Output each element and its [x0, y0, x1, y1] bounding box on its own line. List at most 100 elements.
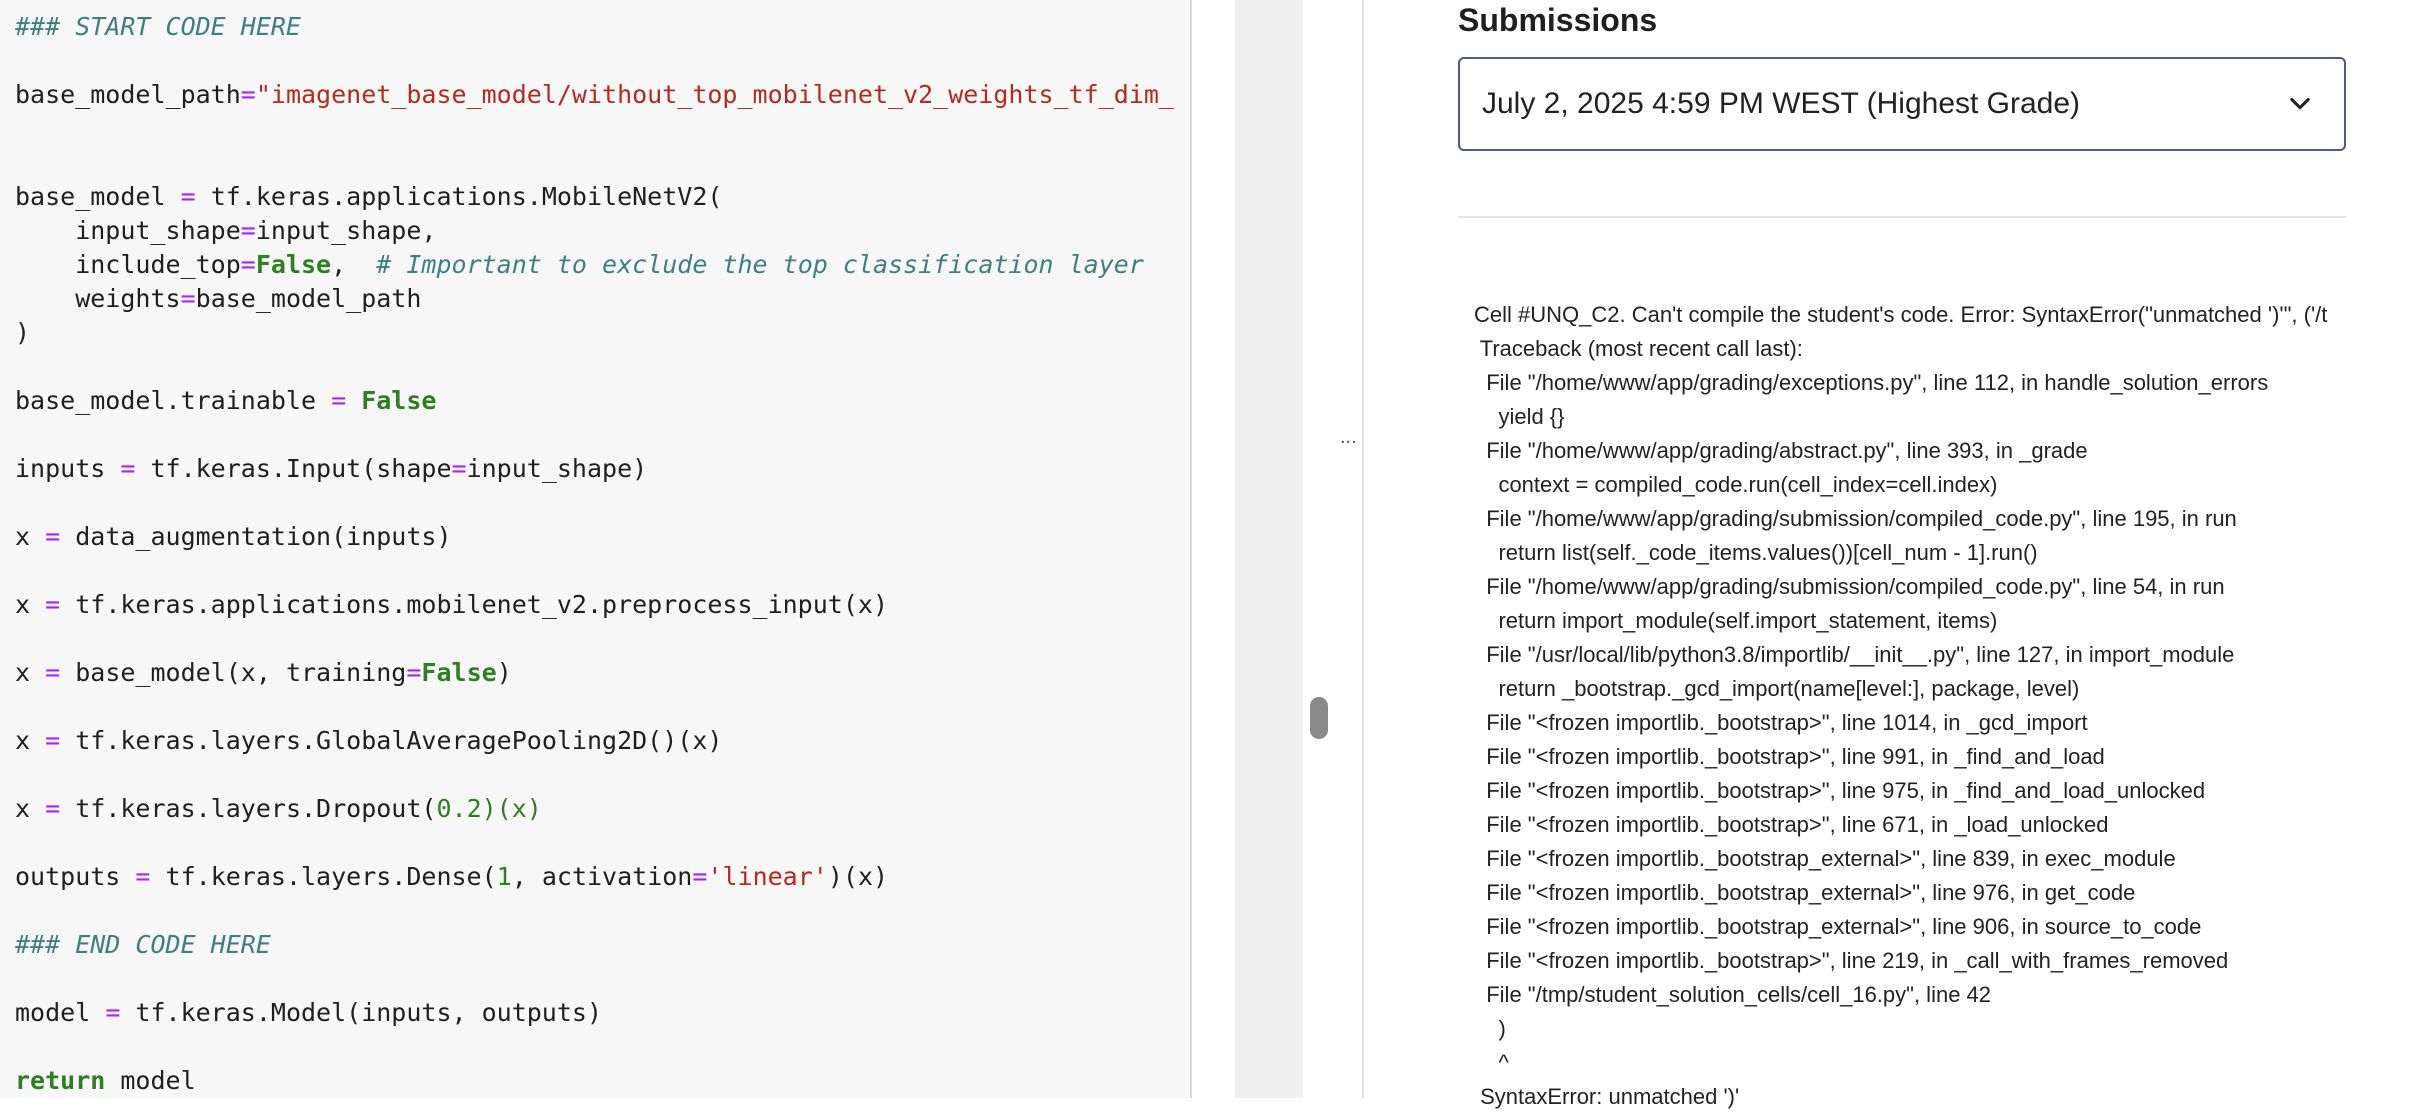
traceback-line: File "/home/www/app/grading/submission/c…: [1474, 506, 2237, 531]
code-line: weights=base_model_path: [15, 282, 1174, 316]
code-editor[interactable]: ### START CODE HERE base_model_path="ima…: [0, 0, 1192, 1098]
submission-select[interactable]: July 2, 2025 4:59 PM WEST (Highest Grade…: [1458, 57, 2346, 151]
code-token: tf.keras.layers.Dropout(: [60, 794, 437, 823]
code-token: model: [105, 1066, 196, 1095]
code-line: base_model_path="imagenet_base_model/wit…: [15, 78, 1174, 112]
submissions-heading: Submissions: [1458, 2, 1658, 38]
code-line: base_model.trainable = False: [15, 384, 1174, 418]
code-line: outputs = tf.keras.layers.Dense(1, activ…: [15, 860, 1174, 894]
code-token: model: [15, 998, 106, 1027]
code-line: x = tf.keras.applications.mobilenet_v2.p…: [15, 588, 1174, 622]
code-token: , activation: [511, 862, 693, 891]
code-token: x: [15, 794, 46, 823]
traceback-line: File "<frozen importlib._bootstrap>", li…: [1474, 948, 2229, 973]
traceback-line: return import_module(self.import_stateme…: [1474, 608, 1998, 633]
code-token: input_shape: [15, 216, 241, 245]
code-token: tf.keras.applications.MobileNetV2(: [195, 182, 723, 211]
code-token: inputs: [15, 454, 121, 483]
traceback-line: File "<frozen importlib._bootstrap>", li…: [1474, 710, 2088, 735]
code-token: =: [180, 182, 196, 211]
code-token: =: [45, 590, 61, 619]
code-token: base_model.trainable: [15, 386, 332, 415]
code-token: ### START CODE HERE: [15, 12, 301, 41]
traceback-line: Traceback (most recent call last):: [1474, 336, 1803, 361]
code-token: =: [105, 998, 121, 1027]
selected-submission: July 2, 2025 4:59 PM WEST (Highest Grade…: [1482, 87, 2081, 120]
code-token: =: [45, 522, 61, 551]
code-token: =: [120, 454, 136, 483]
traceback-line: Cell #UNQ_C2. Can't compile the student'…: [1474, 302, 2328, 327]
code-line: ### END CODE HERE: [15, 928, 1174, 962]
code-token: ): [15, 318, 31, 347]
code-token: =: [451, 454, 467, 483]
ellipsis-icon[interactable]: ...: [1340, 426, 1357, 449]
code-token: =: [240, 80, 256, 109]
code-token: False: [255, 250, 332, 279]
code-line: ): [15, 316, 1174, 350]
code-token: )(x): [827, 862, 889, 891]
traceback-line: File "/home/www/app/grading/submission/c…: [1474, 574, 2225, 599]
code-token: =: [331, 386, 347, 415]
code-line: inputs = tf.keras.Input(shape=input_shap…: [15, 452, 1174, 486]
code-token: x: [15, 658, 46, 687]
code-line: x = base_model(x, training=False): [15, 656, 1174, 690]
code-token: input_shape): [466, 454, 648, 483]
code-token: 1: [496, 862, 512, 891]
code-token: input_shape,: [255, 216, 437, 245]
traceback-line: File "/home/www/app/grading/abstract.py"…: [1474, 438, 2088, 463]
code-token: =: [45, 794, 61, 823]
code-line: model = tf.keras.Model(inputs, outputs): [15, 996, 1174, 1030]
code-token: tf.keras.layers.GlobalAveragePooling2D()…: [60, 726, 723, 755]
code-line: include_top=False, # Important to exclud…: [15, 248, 1174, 282]
code-token: =: [692, 862, 708, 891]
code-line: input_shape=input_shape,: [15, 214, 1174, 248]
traceback-line: return _bootstrap._gcd_import(name[level…: [1474, 676, 2080, 701]
traceback-line: File "/usr/local/lib/python3.8/importlib…: [1474, 642, 2235, 667]
traceback-line: File "<frozen importlib._bootstrap_exter…: [1474, 914, 2202, 939]
scrollbar-thumb[interactable]: [1310, 697, 1328, 739]
traceback-line: return list(self._code_items.values())[c…: [1474, 540, 2038, 565]
pane-gutter[interactable]: [1235, 0, 1303, 1098]
code-token: base_model_path: [195, 284, 422, 313]
section-divider: [1458, 216, 2346, 218]
code-token: =: [135, 862, 151, 891]
code-token: ,: [331, 250, 377, 279]
code-token: )(x): [481, 794, 542, 823]
traceback-line: context = compiled_code.run(cell_index=c…: [1474, 472, 1998, 497]
traceback-line: File "<frozen importlib._bootstrap_exter…: [1474, 880, 2136, 905]
code-token: "imagenet_base_model/without_top_mobilen…: [255, 80, 1174, 109]
code-line: x = tf.keras.layers.Dropout(0.2)(x): [15, 792, 1174, 826]
traceback-line: File "<frozen importlib._bootstrap_exter…: [1474, 846, 2176, 871]
traceback-line: File "/tmp/student_solution_cells/cell_1…: [1474, 982, 1992, 1007]
traceback-line: File "<frozen importlib._bootstrap>", li…: [1474, 778, 2206, 803]
code-token: tf.keras.layers.Dense(: [150, 862, 497, 891]
code-token: ): [496, 658, 512, 687]
chevron-down-icon: [2290, 97, 2310, 110]
code-token: # Important to exclude the top classific…: [376, 250, 1144, 279]
traceback-line: File "/home/www/app/grading/exceptions.p…: [1474, 370, 2269, 395]
code-token: tf.keras.Model(inputs, outputs): [120, 998, 603, 1027]
traceback-line: ^: [1474, 1050, 1509, 1075]
code-token: False: [421, 658, 497, 687]
code-token: tf.keras.Input(shape: [135, 454, 452, 483]
code-token: =: [406, 658, 422, 687]
code-token: x: [15, 726, 46, 755]
code-line: base_model = tf.keras.applications.Mobil…: [15, 180, 1174, 214]
traceback-line: ): [1474, 1016, 1506, 1041]
code-token: outputs: [15, 862, 136, 891]
code-token: x: [15, 590, 46, 619]
code-token: =: [240, 250, 256, 279]
code-lines: ### START CODE HERE base_model_path="ima…: [15, 10, 1174, 1098]
code-token: include_top: [15, 250, 241, 279]
